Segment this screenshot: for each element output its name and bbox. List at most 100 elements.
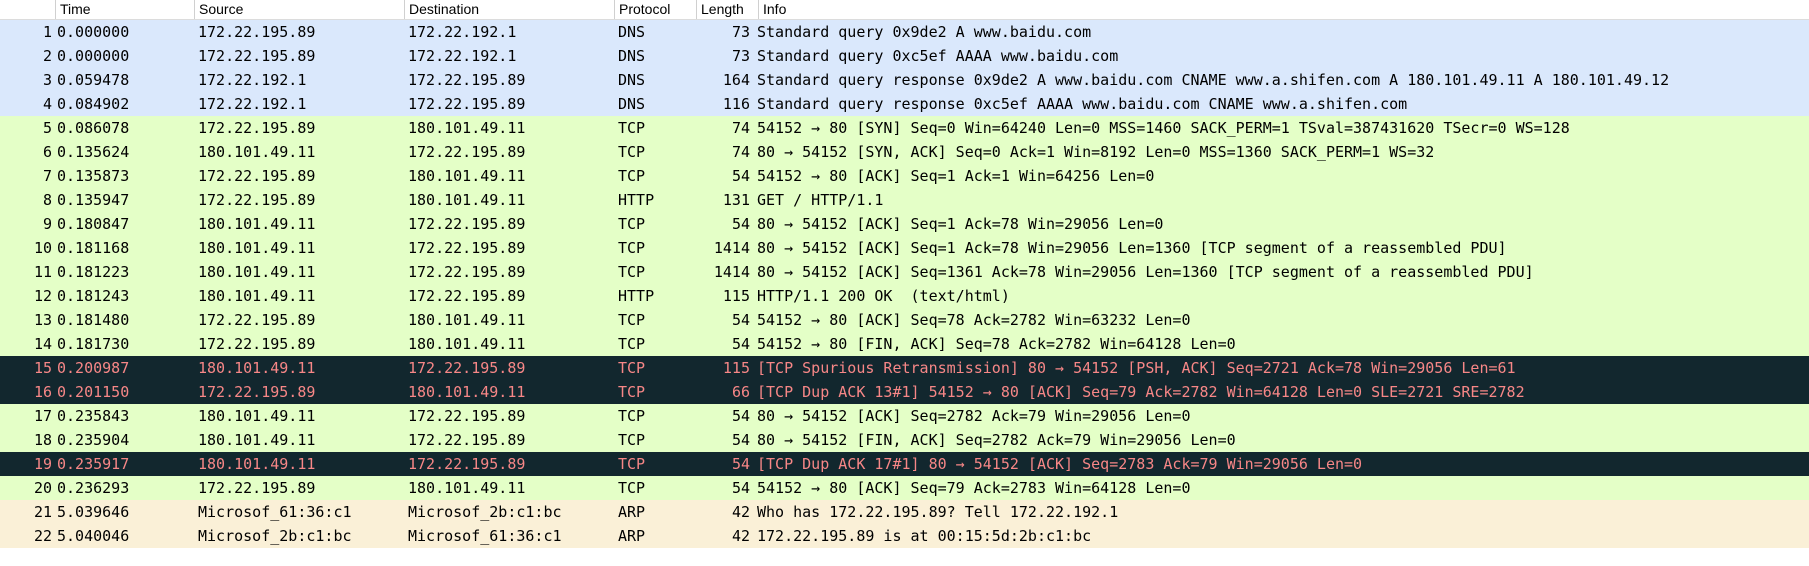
packet-row[interactable]: 22 5.040046 Microsof_2b:c1:bc Microsof_61:3… — [0, 524, 1809, 548]
packet-time: 0.235917 — [57, 455, 130, 473]
packet-no: 5 — [42, 119, 52, 137]
packet-time: 0.235843 — [57, 407, 130, 425]
packet-source: 172.22.195.89 — [198, 23, 316, 41]
packet-source: 180.101.49.11 — [198, 287, 316, 305]
packet-time: 0.200987 — [57, 359, 130, 377]
packet-row[interactable]: 4 0.084902 172.22.192.1 172.22.195.89 DNS 116… — [0, 92, 1809, 116]
packet-info: Standard query 0xc5ef AAAA www.baidu.com — [757, 47, 1119, 65]
packet-source: 180.101.49.11 — [198, 359, 316, 377]
packet-source: 172.22.195.89 — [198, 119, 316, 137]
packet-row[interactable]: 19 0.235917 180.101.49.11 172.22.195.89 TCP 5… — [0, 452, 1809, 476]
packet-row[interactable]: 10 0.181168 180.101.49.11 172.22.195.89 TCP 1… — [0, 236, 1809, 260]
packet-info: 54152 → 80 [ACK] Seq=79 Ack=2783 Win=641… — [757, 479, 1191, 497]
packet-destination: 172.22.195.89 — [408, 359, 526, 377]
packet-row[interactable]: 2 0.000000 172.22.195.89 172.22.192.1 DNS 73 S… — [0, 44, 1809, 68]
packet-time: 0.181480 — [57, 311, 130, 329]
packet-protocol: TCP — [618, 143, 646, 161]
packet-row[interactable]: 13 0.181480 172.22.195.89 180.101.49.11 TCP 5… — [0, 308, 1809, 332]
packet-row[interactable]: 9 0.180847 180.101.49.11 172.22.195.89 TCP 54… — [0, 212, 1809, 236]
packet-no: 16 — [33, 383, 52, 401]
packet-destination: 180.101.49.11 — [408, 311, 526, 329]
packet-no: 7 — [42, 167, 52, 185]
packet-time: 0.135873 — [57, 167, 130, 185]
packet-row[interactable]: 18 0.235904 180.101.49.11 172.22.195.89 TCP 5… — [0, 428, 1809, 452]
packet-destination: 172.22.195.89 — [408, 263, 526, 281]
packet-no: 19 — [33, 455, 52, 473]
packet-protocol: HTTP — [618, 287, 655, 305]
packet-info: [TCP Dup ACK 17#1] 80 → 54152 [ACK] Seq=… — [757, 455, 1363, 473]
column-header-destination[interactable]: Destination — [405, 0, 615, 19]
packet-time: 0.181223 — [57, 263, 130, 281]
column-header: Time Source Destination Protocol Length … — [0, 0, 1809, 20]
packet-destination: Microsof_61:36:c1 — [408, 527, 562, 545]
packet-info: 80 → 54152 [ACK] Seq=1 Ack=78 Win=29056 … — [757, 239, 1507, 257]
packet-destination: Microsof_2b:c1:bc — [408, 503, 562, 521]
packet-length: 54 — [731, 215, 750, 233]
packet-no: 17 — [33, 407, 52, 425]
packet-source: Microsof_61:36:c1 — [198, 503, 352, 521]
packet-info: 54152 → 80 [SYN] Seq=0 Win=64240 Len=0 M… — [757, 119, 1570, 137]
packet-row[interactable]: 5 0.086078 172.22.195.89 180.101.49.11 TCP 74… — [0, 116, 1809, 140]
packet-no: 15 — [33, 359, 52, 377]
packet-length: 54 — [731, 311, 750, 329]
packet-length: 74 — [731, 143, 750, 161]
packet-no: 2 — [42, 47, 52, 65]
packet-length: 42 — [731, 527, 750, 545]
packet-row[interactable]: 11 0.181223 180.101.49.11 172.22.195.89 TCP 1… — [0, 260, 1809, 284]
packet-info: 54152 → 80 [ACK] Seq=1 Ack=1 Win=64256 L… — [757, 167, 1155, 185]
column-header-protocol[interactable]: Protocol — [615, 0, 697, 19]
packet-row[interactable]: 12 0.181243 180.101.49.11 172.22.195.89 HTTP… — [0, 284, 1809, 308]
column-header-info[interactable]: Info — [759, 0, 1809, 19]
packet-row[interactable]: 6 0.135624 180.101.49.11 172.22.195.89 TCP 74… — [0, 140, 1809, 164]
packet-length: 131 — [722, 191, 750, 209]
packet-time: 0.135947 — [57, 191, 130, 209]
packet-source: 172.22.195.89 — [198, 479, 316, 497]
packet-protocol: TCP — [618, 407, 646, 425]
column-header-length[interactable]: Length — [697, 0, 759, 19]
packet-protocol: DNS — [618, 95, 646, 113]
packet-protocol: TCP — [618, 119, 646, 137]
packet-destination: 172.22.195.89 — [408, 239, 526, 257]
packet-rows: 1 0.000000 172.22.195.89 172.22.192.1 DNS 73 S… — [0, 20, 1809, 548]
packet-no: 18 — [33, 431, 52, 449]
packet-row[interactable]: 21 5.039646 Microsof_61:36:c1 Microsof_2b:c… — [0, 500, 1809, 524]
packet-source: Microsof_2b:c1:bc — [198, 527, 352, 545]
packet-info: [TCP Dup ACK 13#1] 54152 → 80 [ACK] Seq=… — [757, 383, 1525, 401]
packet-time: 0.181168 — [57, 239, 130, 257]
packet-no: 10 — [33, 239, 52, 257]
packet-info: 80 → 54152 [FIN, ACK] Seq=2782 Ack=79 Wi… — [757, 431, 1236, 449]
column-header-no[interactable] — [0, 0, 56, 19]
packet-length: 73 — [731, 47, 750, 65]
packet-row[interactable]: 1 0.000000 172.22.195.89 172.22.192.1 DNS 73 S… — [0, 20, 1809, 44]
packet-row[interactable]: 7 0.135873 172.22.195.89 180.101.49.11 TCP 54… — [0, 164, 1809, 188]
packet-row[interactable]: 15 0.200987 180.101.49.11 172.22.195.89 TCP 1… — [0, 356, 1809, 380]
packet-source: 180.101.49.11 — [198, 455, 316, 473]
packet-row[interactable]: 16 0.201150 172.22.195.89 180.101.49.11 TCP 6… — [0, 380, 1809, 404]
column-header-time[interactable]: Time — [56, 0, 195, 19]
packet-source: 172.22.195.89 — [198, 191, 316, 209]
packet-protocol: TCP — [618, 335, 646, 353]
packet-destination: 172.22.195.89 — [408, 95, 526, 113]
packet-row[interactable]: 17 0.235843 180.101.49.11 172.22.195.89 TCP 5… — [0, 404, 1809, 428]
packet-time: 5.039646 — [57, 503, 130, 521]
packet-row[interactable]: 20 0.236293 172.22.195.89 180.101.49.11 TCP 5… — [0, 476, 1809, 500]
packet-time: 0.000000 — [57, 47, 130, 65]
packet-source: 180.101.49.11 — [198, 431, 316, 449]
packet-no: 1 — [42, 23, 52, 41]
packet-source: 172.22.192.1 — [198, 95, 307, 113]
packet-no: 3 — [42, 71, 52, 89]
column-header-source[interactable]: Source — [195, 0, 405, 19]
packet-protocol: ARP — [618, 527, 646, 545]
packet-source: 180.101.49.11 — [198, 407, 316, 425]
packet-row[interactable]: 14 0.181730 172.22.195.89 180.101.49.11 TCP 5… — [0, 332, 1809, 356]
packet-row[interactable]: 8 0.135947 172.22.195.89 180.101.49.11 HTTP 1… — [0, 188, 1809, 212]
packet-no: 22 — [33, 527, 52, 545]
packet-destination: 172.22.195.89 — [408, 71, 526, 89]
packet-destination: 172.22.195.89 — [408, 455, 526, 473]
packet-info: Standard query response 0x9de2 A www.bai… — [757, 71, 1670, 89]
packet-length: 66 — [731, 383, 750, 401]
packet-info: HTTP/1.1 200 OK (text/html) — [757, 287, 1010, 305]
packet-info: 80 → 54152 [ACK] Seq=2782 Ack=79 Win=290… — [757, 407, 1191, 425]
packet-time: 0.236293 — [57, 479, 130, 497]
packet-row[interactable]: 3 0.059478 172.22.192.1 172.22.195.89 DNS 164… — [0, 68, 1809, 92]
